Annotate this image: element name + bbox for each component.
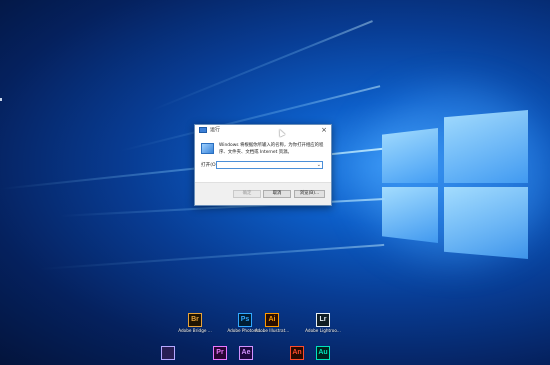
adobe-bridge-icon: Br	[188, 313, 202, 327]
desktop-icon-lightroom[interactable]: Lr Adobe Lightroo...	[305, 313, 341, 333]
cancel-button[interactable]: 取消	[263, 190, 291, 198]
adobe-premiere-icon: Pr	[213, 346, 227, 360]
adobe-illustrator-icon: Ai	[265, 313, 279, 327]
close-button[interactable]: ×	[320, 125, 328, 135]
desktop-icon-shortcut[interactable]	[150, 346, 186, 360]
desktop-icon-label: Adobe Illustrat...	[254, 328, 290, 333]
adobe-audition-icon: Au	[316, 346, 330, 360]
light-beam	[149, 20, 373, 112]
adobe-lightroom-icon: Lr	[316, 313, 330, 327]
chevron-down-icon[interactable]: ⌄	[317, 161, 321, 169]
desktop: Br Adobe Bridge ... Ps Adobe Photosh... …	[0, 0, 550, 365]
adobe-animate-icon: An	[290, 346, 304, 360]
adobe-after-effects-icon: Ae	[239, 346, 253, 360]
dialog-titlebar[interactable]: 运行 ×	[195, 125, 331, 136]
open-combobox[interactable]: ⌄	[216, 161, 323, 169]
run-program-icon	[201, 143, 214, 154]
logo-pane-bottom-left	[382, 187, 438, 243]
logo-pane-top-right	[444, 110, 528, 183]
edge-marker	[0, 98, 2, 101]
desktop-icon-audition[interactable]: Au	[305, 346, 341, 360]
run-icon	[199, 127, 207, 133]
desktop-icon-after-effects[interactable]: Ae	[228, 346, 264, 360]
dialog-description: Windows 将根据你所输入的名称，为你打开相应的程序、文件夹、文档或 Int…	[219, 143, 324, 155]
light-beam	[39, 243, 385, 270]
browse-button[interactable]: 浏览(B)...	[294, 190, 325, 198]
desktop-icon-illustrator[interactable]: Ai Adobe Illustrat...	[254, 313, 290, 333]
desktop-icon-bridge[interactable]: Br Adobe Bridge ...	[177, 313, 213, 333]
dialog-footer: 确定 取消 浏览(B)...	[195, 182, 331, 205]
app-shortcut-icon	[161, 346, 175, 360]
dialog-title: 运行	[210, 127, 221, 133]
ok-button[interactable]: 确定	[233, 190, 261, 198]
adobe-photoshop-icon: Ps	[238, 313, 252, 327]
run-dialog: 运行 × Windows 将根据你所输入的名称，为你打开相应的程序、文件夹、文档…	[194, 124, 332, 206]
desktop-icon-label: Adobe Lightroo...	[305, 328, 341, 333]
logo-pane-bottom-right	[444, 187, 528, 259]
logo-pane-top-left	[382, 128, 438, 183]
desktop-icon-label: Adobe Bridge ...	[178, 328, 212, 333]
